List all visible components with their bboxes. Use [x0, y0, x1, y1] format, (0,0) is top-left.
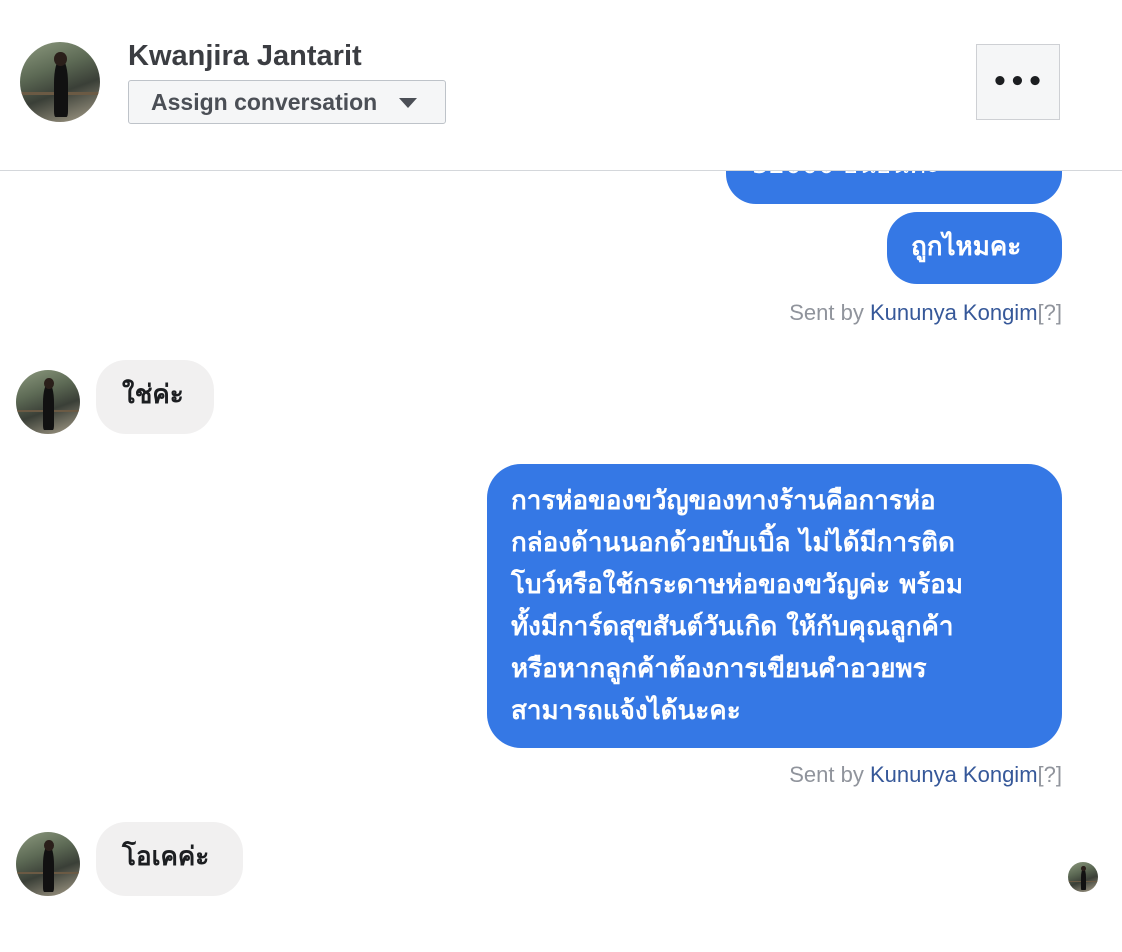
- contact-avatar[interactable]: [20, 42, 100, 122]
- message-line: การห่อของขวัญของทางร้านคือการห่อ: [511, 486, 936, 516]
- outgoing-message: การห่อของขวัญของทางร้านคือการห่อ กล่องด้…: [487, 464, 1062, 748]
- seen-indicator-avatar: [1068, 862, 1098, 892]
- assign-conversation-button[interactable]: Assign conversation: [128, 80, 446, 124]
- conversation-header: Kwanjira Jantarit Assign conversation ••…: [0, 0, 1122, 171]
- agent-name-link[interactable]: Kununya Kongim: [870, 300, 1038, 325]
- agent-name-link[interactable]: Kununya Kongim: [870, 762, 1038, 787]
- message-line: โบว์หรือใช้กระดาษห่อของขวัญค่ะ พร้อม: [511, 570, 964, 600]
- more-icon: •••: [991, 67, 1045, 97]
- conversation-view: Kwanjira Jantarit Assign conversation ••…: [0, 0, 1122, 952]
- assign-conversation-label: Assign conversation: [151, 88, 378, 115]
- incoming-message: ใช่ค่ะ: [96, 360, 214, 434]
- message-line: ทั้งมีการ์ดสุขสันต์วันเกิด ให้กับคุณลูกค…: [511, 612, 954, 642]
- help-link[interactable]: [?]: [1038, 762, 1062, 787]
- caret-down-icon: [399, 98, 417, 108]
- contact-name[interactable]: Kwanjira Jantarit: [128, 40, 362, 73]
- help-link[interactable]: [?]: [1038, 300, 1062, 325]
- sent-by-prefix: Sent by: [789, 300, 870, 325]
- sent-by-prefix: Sent by: [789, 762, 870, 787]
- sent-by-label: Sent by Kununya Kongim[?]: [789, 762, 1062, 788]
- sent-by-label: Sent by Kununya Kongim[?]: [789, 300, 1062, 326]
- message-line: กล่องด้านนอกด้วยบับเบิ้ล ไม่ได้มีการติด: [511, 528, 955, 558]
- outgoing-message: ถูกไหมคะ: [887, 212, 1062, 284]
- incoming-message: โอเคค่ะ: [96, 822, 243, 896]
- message-line: สามารถแจ้งได้นะคะ: [511, 696, 741, 726]
- more-options-button[interactable]: •••: [976, 44, 1060, 120]
- message-line: หรือหากลูกค้าต้องการเขียนคำอวยพร: [511, 654, 927, 684]
- sender-avatar: [16, 832, 80, 896]
- sender-avatar: [16, 370, 80, 434]
